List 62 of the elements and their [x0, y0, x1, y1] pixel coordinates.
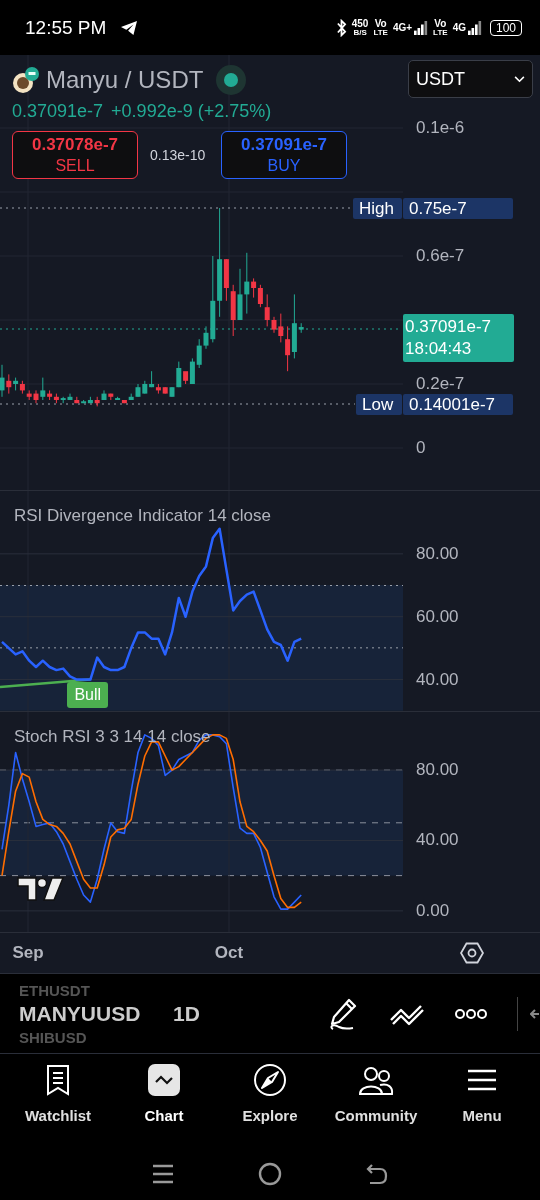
signal-icon [414, 19, 429, 36]
axis-label: 40.00 [416, 829, 459, 852]
nav-tab[interactable]: Watchlist [8, 1054, 108, 1144]
more-icon[interactable] [455, 1007, 487, 1020]
price-axis-label: 0.6e-7 [416, 245, 465, 267]
volte-label: LTE [433, 28, 448, 37]
axis-label: 80.00 [416, 542, 459, 565]
people-icon [358, 1064, 394, 1096]
buy-button[interactable]: 0.37091e-7 BUY [221, 131, 347, 179]
symbol-price: 0.37091e-7 [12, 101, 104, 122]
coin-icon [12, 66, 40, 94]
logo [17, 877, 65, 901]
clock-time: 12:55 PM [25, 16, 107, 39]
chart-icon [148, 1064, 180, 1096]
network-type: 4G+ [392, 22, 413, 33]
nav-tab[interactable]: Menu [432, 1054, 532, 1144]
nav-tab[interactable]: Chart [114, 1054, 214, 1144]
volte-label: Vo [374, 18, 387, 29]
nav-tab[interactable]: Community [326, 1054, 426, 1144]
bluetooth-icon [335, 18, 347, 37]
recents-icon[interactable] [152, 1163, 174, 1185]
menu-icon [467, 1068, 497, 1092]
low-label: Low [356, 394, 402, 415]
net-speed: 450 [351, 18, 369, 29]
signal-icon [467, 19, 482, 36]
axis-label: 60.00 [416, 605, 459, 628]
sell-button[interactable]: 0.37078e-7 SELL [12, 131, 138, 179]
countdown: 18:04:43 [405, 338, 473, 360]
home-icon[interactable] [258, 1162, 282, 1186]
price-axis-label: 0.2e-7 [416, 373, 465, 395]
volte-label: Vo [434, 18, 447, 29]
divergence-tag: Bull [67, 682, 109, 708]
price-change: +0.992e-9 (+2.75%) [111, 101, 272, 122]
compass-icon [253, 1063, 287, 1097]
volte-label: LTE [373, 28, 388, 37]
chevron-down-icon [514, 75, 525, 83]
battery-level: 100 [489, 19, 522, 36]
axis-label: 80.00 [416, 759, 459, 782]
time-axis-label: Sep [11, 943, 45, 963]
last-price: 0.37091e-7 [405, 316, 493, 338]
price-axis-label: 0.1e-6 [416, 117, 465, 139]
settings-icon[interactable] [460, 941, 484, 965]
axis-label: 40.00 [416, 668, 459, 691]
symbol-title: Manyu / USDT [46, 66, 204, 94]
time-axis-label: Oct [213, 943, 245, 963]
high-label: High [353, 198, 402, 219]
back-icon[interactable] [366, 1163, 388, 1185]
net-speed-unit: B/S [353, 28, 367, 37]
indicator-title: RSI Divergence Indicator 14 close [14, 506, 272, 526]
pencil-icon[interactable] [327, 996, 359, 1031]
list-icon [46, 1064, 70, 1096]
interval-button[interactable]: 1D [173, 1001, 200, 1026]
low-price: 0.14001e-7 [403, 394, 513, 415]
network-type: 4G [452, 22, 466, 33]
spread-value: 0.13e-10 [150, 147, 207, 163]
currency-dropdown[interactable]: USDT [408, 60, 533, 98]
symbol-option[interactable]: MANYUUSD [19, 1000, 159, 1027]
paper-plane-icon [120, 19, 139, 36]
nav-tab[interactable]: Explore [220, 1054, 320, 1144]
axis-label: 0.00 [416, 899, 450, 922]
high-price: 0.75e-7 [403, 198, 513, 219]
price-axis-label: 0 [416, 437, 426, 459]
